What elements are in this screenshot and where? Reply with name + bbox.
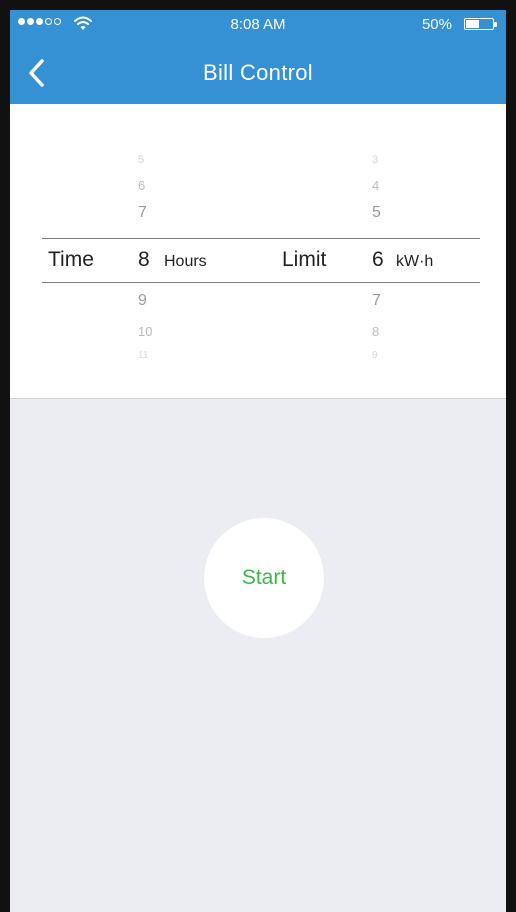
limit-option[interactable]: 7 — [372, 292, 402, 310]
limit-unit: kW·h — [396, 253, 434, 270]
time-option[interactable]: 7 — [138, 204, 178, 222]
app-header: 8:08 AM 50% Bill Control — [10, 10, 506, 104]
battery-tip — [494, 22, 497, 27]
time-unit: Hours — [164, 253, 207, 270]
time-value[interactable]: 8 — [138, 248, 150, 272]
limit-option[interactable]: 5 — [372, 204, 402, 222]
time-option[interactable]: 11 — [138, 350, 178, 361]
selection-divider-top — [42, 238, 480, 239]
time-option[interactable]: 9 — [138, 292, 178, 310]
battery-percent: 50% — [421, 16, 452, 33]
start-button-label: Start — [241, 566, 287, 589]
battery-icon — [464, 18, 497, 30]
page-title: Bill Control — [203, 60, 313, 85]
limit-option[interactable]: 9 — [372, 350, 402, 361]
limit-label: Limit — [282, 248, 327, 271]
limit-option[interactable]: 8 — [372, 324, 402, 339]
nav-bar: Bill Control — [10, 50, 506, 94]
limit-option[interactable]: 3 — [372, 154, 402, 166]
selection-divider-bottom — [42, 282, 480, 283]
status-bar: 8:08 AM 50% — [10, 10, 506, 38]
time-option[interactable]: 5 — [138, 154, 178, 166]
app-frame: 8:08 AM 50% Bill Control 5 6 7 9 10 11 3… — [0, 0, 516, 912]
start-button[interactable]: Start — [204, 518, 324, 638]
limit-option[interactable]: 4 — [372, 178, 402, 193]
bill-picker: 5 6 7 9 10 11 3 4 5 7 8 9 Time 8 Hours L… — [10, 104, 506, 399]
time-option[interactable]: 6 — [138, 178, 178, 193]
battery-fill — [466, 20, 479, 28]
limit-value[interactable]: 6 — [372, 248, 384, 272]
time-option[interactable]: 10 — [138, 324, 178, 339]
time-label: Time — [48, 248, 94, 271]
